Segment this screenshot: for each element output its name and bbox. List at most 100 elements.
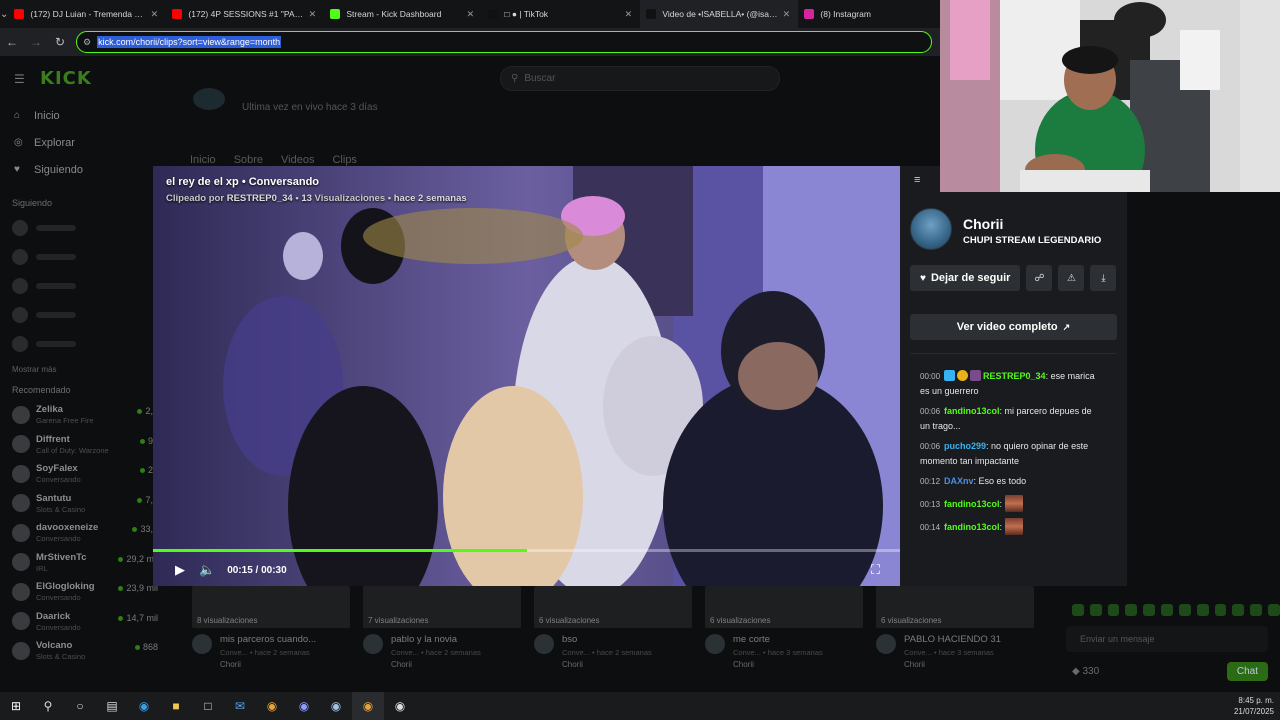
following-item[interactable]: [0, 271, 170, 300]
browser-tab[interactable]: (8) Instagram✕: [798, 0, 956, 28]
clip-thumbnail[interactable]: 8 visualizaciones: [192, 586, 350, 628]
forward-arrow-icon[interactable]: →: [24, 28, 48, 56]
menu-icon[interactable]: ☰: [14, 72, 25, 86]
avatar[interactable]: [705, 634, 725, 654]
chat-username[interactable]: pucho299: [944, 441, 986, 451]
chat-username[interactable]: fandino13col: [944, 406, 1000, 416]
emote-icon[interactable]: [1125, 604, 1138, 616]
close-tab-icon[interactable]: ✕: [622, 9, 634, 20]
chat-username[interactable]: DAXnv: [944, 476, 974, 486]
chat-username[interactable]: fandino13col: [944, 499, 1000, 509]
clip-title[interactable]: pablo y la novia: [391, 634, 481, 645]
site-settings-icon[interactable]: ⚙: [83, 37, 91, 48]
emote-icon[interactable]: [1072, 604, 1084, 616]
browser-tab[interactable]: □ ● | TikTok ✕: [482, 0, 640, 28]
channel-name[interactable]: Chorii: [963, 216, 1003, 232]
clip-card[interactable]: 6 visualizaciones bso Conve... • hace 2 se…: [534, 586, 692, 669]
browser-tab[interactable]: (172) 4P SESSIONS #1 "PANDO ✕: [166, 0, 324, 28]
emote-icon[interactable]: [1107, 604, 1120, 616]
emote-icon[interactable]: [1143, 604, 1156, 616]
following-item[interactable]: [0, 242, 170, 271]
emote-icon[interactable]: [1161, 604, 1173, 616]
report-button[interactable]: ⚠: [1058, 265, 1085, 291]
recommended-channel[interactable]: SoyFalexConversando24: [0, 459, 170, 489]
avatar[interactable]: [192, 634, 212, 654]
clip-channel[interactable]: Chorii: [391, 660, 481, 669]
search-input[interactable]: ⚲ Buscar: [500, 66, 780, 91]
cortana-icon[interactable]: ○: [64, 692, 96, 720]
clip-channel[interactable]: Chorii: [220, 660, 316, 669]
recommended-channel[interactable]: ElGlogloking Conversando 23,9 mil: [0, 577, 170, 607]
reload-icon[interactable]: ↻: [48, 28, 72, 56]
recommended-channel[interactable]: Zelika Garena Free Fire 2,3: [0, 400, 170, 430]
channel-avatar[interactable]: [193, 88, 225, 110]
clip-title[interactable]: bso: [562, 634, 652, 645]
mail-icon[interactable]: ✉: [224, 692, 256, 720]
clip-card[interactable]: 6 visualizaciones me corte Conve... • hace…: [705, 586, 863, 669]
collapse-panel-icon[interactable]: ≡: [914, 174, 920, 186]
emote-icon[interactable]: [1268, 604, 1280, 616]
steam-icon[interactable]: ◉: [320, 692, 352, 720]
browser-tab[interactable]: (172) DJ Luian - Tremenda Sata ✕: [8, 0, 166, 28]
emote-icon[interactable]: [1250, 604, 1263, 616]
avatar[interactable]: [534, 634, 554, 654]
recommended-channel[interactable]: Volcano Slots & Casino 868: [0, 636, 170, 666]
sidebar-nav-item[interactable]: ◎ Explorar: [0, 129, 170, 156]
emote-icon[interactable]: [1214, 604, 1227, 616]
task-view-icon[interactable]: ▤: [96, 692, 128, 720]
tab-search-chevron-icon[interactable]: ⌄: [0, 0, 8, 28]
clip-thumbnail[interactable]: 6 visualizaciones: [534, 586, 692, 628]
clip-title[interactable]: PABLO HACIENDO 31: [904, 634, 1001, 645]
following-item[interactable]: [0, 300, 170, 329]
browser-tab[interactable]: Stream - Kick Dashboard ✕: [324, 0, 482, 28]
clip-thumbnail[interactable]: 7 visualizaciones: [363, 586, 521, 628]
video-progress-bar[interactable]: [153, 549, 900, 552]
following-item[interactable]: [0, 329, 170, 358]
download-button[interactable]: ⤓: [1090, 265, 1117, 291]
start-icon[interactable]: ⊞: [0, 692, 32, 720]
channel-avatar-large[interactable]: [910, 208, 952, 250]
obs-icon[interactable]: ◉: [384, 692, 416, 720]
chrome-active-icon[interactable]: ◉: [352, 692, 384, 720]
clip-title[interactable]: me corte: [733, 634, 823, 645]
clip-channel[interactable]: Chorii: [562, 660, 652, 669]
clip-card[interactable]: 7 visualizaciones pablo y la novia Conve..…: [363, 586, 521, 669]
close-tab-icon[interactable]: ✕: [464, 9, 476, 20]
clip-thumbnail[interactable]: 6 visualizaciones: [705, 586, 863, 628]
emote-icon[interactable]: [1178, 604, 1191, 616]
fullscreen-icon[interactable]: ⛶: [871, 562, 880, 578]
close-tab-icon[interactable]: ✕: [780, 9, 792, 20]
clip-channel[interactable]: Chorii: [904, 660, 1001, 669]
edge-icon[interactable]: ◉: [128, 692, 160, 720]
watch-full-video-button[interactable]: Ver video completo ↗: [910, 314, 1117, 340]
store-icon[interactable]: □: [192, 692, 224, 720]
channel-tab[interactable]: Videos: [281, 154, 314, 166]
share-button[interactable]: ☍: [1026, 265, 1053, 291]
play-icon[interactable]: ▶: [175, 562, 185, 578]
close-tab-icon[interactable]: ✕: [306, 9, 318, 20]
file-explorer-icon[interactable]: ■: [160, 692, 192, 720]
channel-points[interactable]: ◆ 330: [1066, 666, 1099, 677]
sidebar-nav-item[interactable]: ⌂ Inicio: [0, 102, 170, 129]
show-more-link[interactable]: Mostrar más: [0, 358, 170, 380]
volume-icon[interactable]: 🔈: [199, 562, 215, 578]
chat-username[interactable]: fandino13col: [944, 522, 1000, 532]
sidebar-nav-item[interactable]: ♥ Siguiendo: [0, 156, 170, 183]
clip-video-player[interactable]: el rey de el xp • Conversando Clipeado p…: [153, 166, 900, 586]
channel-tab[interactable]: Sobre: [234, 154, 263, 166]
recommended-channel[interactable]: MrStivenTc IRL 29,2 mil: [0, 548, 170, 578]
chat-username[interactable]: RESTREP0_34: [983, 371, 1046, 381]
system-clock[interactable]: 8:45 p. m. 21/07/2025: [1234, 695, 1274, 717]
search-icon[interactable]: ⚲: [32, 692, 64, 720]
clip-channel[interactable]: Chorii: [733, 660, 823, 669]
browser-tab[interactable]: Video de •ISABELLA• (@isa_ma ✕: [640, 0, 799, 28]
clipped-by-user[interactable]: RESTREP0_34: [227, 193, 293, 204]
chat-send-button[interactable]: Chat: [1226, 662, 1268, 681]
emote-icon[interactable]: [1089, 604, 1102, 616]
channel-tab[interactable]: Clips: [332, 154, 356, 166]
chat-input[interactable]: Enviar un mensaje: [1066, 626, 1268, 652]
channel-tab[interactable]: Inicio: [190, 154, 216, 166]
kick-logo[interactable]: KICK: [40, 68, 92, 89]
avatar[interactable]: [876, 634, 896, 654]
clip-card[interactable]: 8 visualizaciones mis parceros cuando... C…: [192, 586, 350, 669]
